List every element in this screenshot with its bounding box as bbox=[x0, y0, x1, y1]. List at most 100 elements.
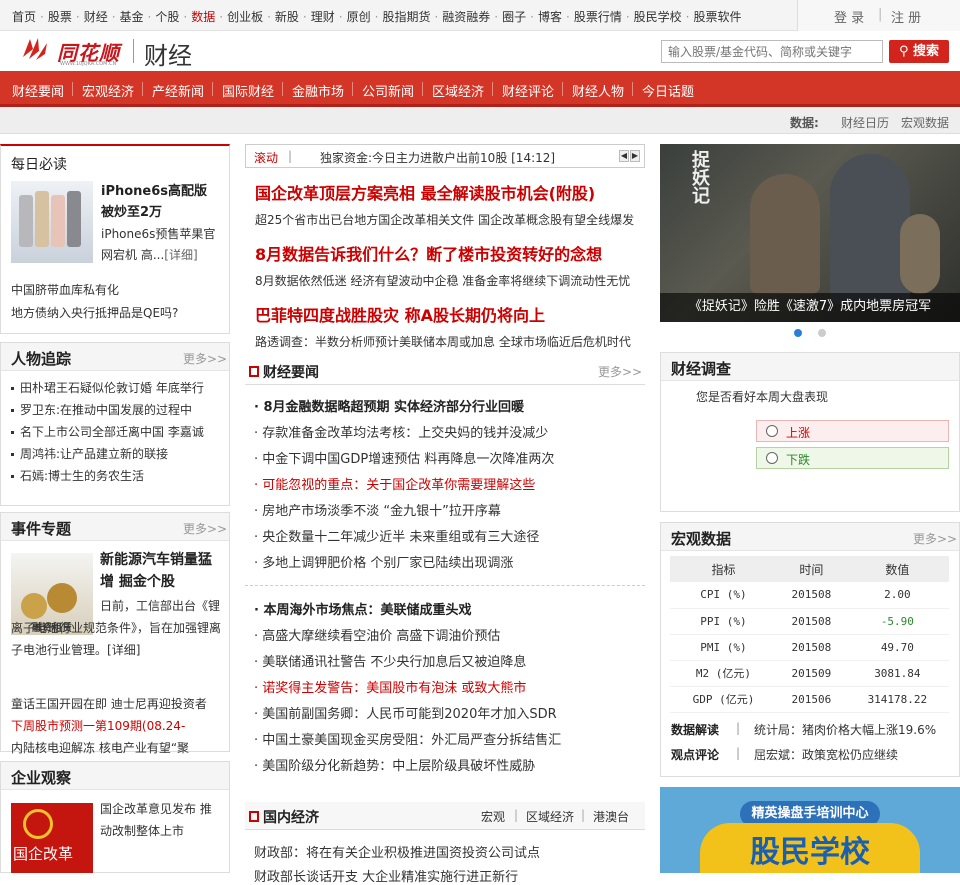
macro-reading-text[interactable]: 统计局：猪肉价格大幅上涨19.6% bbox=[754, 721, 936, 738]
top-nav-link[interactable]: 股票软件 bbox=[694, 10, 742, 24]
headline-sub[interactable]: 超25个省市出已台地方国企改革相关文件 国企改革概念股有望全线爆发 bbox=[255, 211, 634, 228]
daily-feature-title[interactable]: iPhone6s高配版被炒至2万 bbox=[101, 181, 219, 223]
macro-cell-time: 201506 bbox=[776, 686, 846, 713]
news-item[interactable]: · 美国阶级分化新趋势：中上层阶级具破坏性威胁 bbox=[254, 755, 535, 774]
headline-sub[interactable]: 8月数据依然低迷 经济有望波动中企稳 准备金率将继续下调流动性无忧 bbox=[255, 272, 630, 289]
people-item[interactable]: 石嫣:博士生的务农生活 bbox=[11, 467, 144, 484]
daily-feature-desc-text: iPhone6s预售苹果官网宕机 高... bbox=[101, 227, 216, 262]
vote-down-option[interactable]: 下跌 bbox=[756, 447, 949, 469]
channel-tab[interactable]: 财经人物 bbox=[572, 81, 624, 100]
top-nav-link[interactable]: 圈子 bbox=[502, 10, 526, 24]
radio-icon[interactable] bbox=[766, 452, 778, 464]
top-nav-link[interactable]: 融资融券 bbox=[442, 10, 490, 24]
search-input[interactable] bbox=[661, 40, 883, 63]
news-item[interactable]: · 美联储通讯社警告 不少央行加息后又被迫降息 bbox=[254, 651, 526, 670]
top-nav-link[interactable]: 新股 bbox=[275, 10, 299, 24]
radio-icon[interactable] bbox=[766, 425, 778, 437]
news-item[interactable]: · 存款准备金改革均法考核：上交央妈的钱并没减少 bbox=[254, 422, 548, 441]
macro-cell-name: CPI (%) bbox=[670, 582, 777, 609]
people-item[interactable]: 周鸿祎:让产品建立新的联接 bbox=[11, 445, 168, 462]
headline-sub[interactable]: 路透调查：半数分析师预计美联储本周或加息 全球市场临近后危机时代 bbox=[255, 333, 631, 350]
news-item[interactable]: · 美国前副国务卿：人民币可能到2020年才加入SDR bbox=[254, 703, 557, 722]
ticker-prev-icon[interactable]: ◀ bbox=[619, 150, 629, 162]
channel-tab[interactable]: 国际财经 bbox=[222, 81, 274, 100]
cjyw-more-link[interactable]: 更多>> bbox=[598, 363, 642, 380]
top-nav-link[interactable]: 原创 bbox=[347, 10, 371, 24]
carousel-dot-active[interactable] bbox=[794, 329, 802, 337]
headline[interactable]: 巴菲特四度战胜股灾 称A股长期仍将向上 bbox=[255, 302, 545, 326]
channel-tab[interactable]: 产经新闻 bbox=[152, 81, 204, 100]
news-item[interactable]: · 8月金融数据略超预期 实体经济部分行业回暖 bbox=[254, 396, 524, 415]
news-item[interactable]: · 中国土豪美国现金买房受阻：外汇局严查分拆结售汇 bbox=[254, 729, 561, 748]
gnjj-tab-region[interactable]: 区域经济 bbox=[526, 808, 574, 825]
channel-tab[interactable]: 财经评论 bbox=[502, 81, 554, 100]
top-nav-link[interactable]: 理财 bbox=[311, 10, 335, 24]
news-item[interactable]: · 央企数量十二年减少近半 未来重组或有三大途径 bbox=[254, 526, 539, 545]
macro-cell-value: 49.70 bbox=[845, 634, 949, 661]
channel-tab[interactable]: 财经要闻 bbox=[12, 81, 64, 100]
news-item[interactable]: · 中金下调中国GDP增速预估 料再降息一次降准两次 bbox=[254, 448, 554, 467]
news-item[interactable]: · 房地产市场淡季不淡 “金九银十”拉开序幕 bbox=[254, 500, 501, 519]
events-item[interactable]: 童话王国开园在即 迪士尼再迎投资者 bbox=[11, 695, 207, 712]
daily-feature-desc: iPhone6s预售苹果官网宕机 高...[详细] bbox=[101, 224, 221, 266]
headline[interactable]: 国企改革顶层方案亮相 最全解读股市机会(附股) bbox=[255, 180, 595, 204]
news-item[interactable]: · 可能忽视的重点：关于国企改革你需要理解这些 bbox=[254, 474, 535, 493]
top-nav-link[interactable]: 股指期货 bbox=[382, 10, 430, 24]
channel-tab[interactable]: 金融市场 bbox=[292, 81, 344, 100]
events-detail-link[interactable]: [详细] bbox=[107, 643, 140, 657]
top-nav-link[interactable]: 首页 bbox=[12, 10, 36, 24]
news-item[interactable]: · 高盛大摩继续看空油价 高盛下调油价预估 bbox=[254, 625, 500, 644]
gnjj-tab-macro[interactable]: 宏观 bbox=[481, 808, 505, 825]
people-item[interactable]: 罗卫东:在推动中国发展的过程中 bbox=[11, 401, 192, 418]
gnjj-item[interactable]: 财政部长谈话开支 大企业精准实施行进正新行 bbox=[254, 866, 518, 885]
top-nav-link[interactable]: 创业板 bbox=[227, 10, 263, 24]
people-more-link[interactable]: 更多>> bbox=[183, 350, 227, 367]
events-feature-title[interactable]: 新能源汽车销量猛增 掘金个股 bbox=[100, 549, 220, 593]
enterprise-feature-desc[interactable]: 国企改革意见发布 推动改制整体上市 bbox=[100, 798, 222, 842]
top-nav-link[interactable]: 数据 bbox=[191, 10, 215, 24]
iphone-image[interactable] bbox=[11, 181, 93, 263]
macro-more-link[interactable]: 更多>> bbox=[913, 530, 957, 547]
gnjj-tab-hkmotw[interactable]: 港澳台 bbox=[593, 808, 629, 825]
people-item[interactable]: 田朴珺王石疑似伦敦订婚 年底举行 bbox=[11, 379, 204, 396]
vote-up-option[interactable]: 上涨 bbox=[756, 420, 949, 442]
news-item[interactable]: · 本周海外市场焦点：美联储成重头戏 bbox=[254, 599, 471, 618]
channel-tab[interactable]: 区域经济 bbox=[432, 81, 484, 100]
top-nav-link[interactable]: 股票行情 bbox=[574, 10, 622, 24]
people-item[interactable]: 名下上市公司全部迁离中国 李嘉诚 bbox=[11, 423, 204, 440]
news-item[interactable]: · 多地上调钾肥价格 个别厂家已陆续出现调涨 bbox=[254, 552, 513, 571]
login-link[interactable]: 登 录 bbox=[834, 7, 864, 26]
channel-tab[interactable]: 今日话题 bbox=[642, 81, 694, 100]
carousel-dot[interactable] bbox=[818, 329, 826, 337]
news-item[interactable]: · 诺奖得主发警告：美国股市有泡沫 或致大熊市 bbox=[254, 677, 526, 696]
search-button[interactable]: ⚲ 搜索 bbox=[889, 40, 949, 63]
section-title[interactable]: 财经 bbox=[144, 36, 192, 71]
daily-detail-link[interactable]: [详细] bbox=[164, 248, 197, 262]
movie-banner-caption[interactable]: 《捉妖记》险胜《速激7》成内地票房冠军 bbox=[660, 293, 960, 322]
gnjj-item[interactable]: 财政部：将在有关企业积极推进国资投资公司试点 bbox=[254, 842, 540, 861]
events-item[interactable]: 内陆核电迎解冻 核电产业有望“聚 bbox=[11, 739, 189, 756]
register-link[interactable]: 注 册 bbox=[891, 7, 921, 26]
top-nav-link[interactable]: 博客 bbox=[538, 10, 562, 24]
top-nav-link[interactable]: 财经 bbox=[84, 10, 108, 24]
data-link-calendar[interactable]: 财经日历 bbox=[841, 114, 889, 131]
school-banner[interactable]: 精英操盘手培训中心 股民学校 bbox=[660, 787, 960, 873]
events-more-link[interactable]: 更多>> bbox=[183, 520, 227, 537]
data-link-macro[interactable]: 宏观数据 bbox=[901, 114, 949, 131]
ticker-text[interactable]: 独家资金:今日主力进散户出前10股 [14:12] bbox=[320, 149, 555, 166]
events-item[interactable]: 下周股市预测一第109期(08.24- bbox=[11, 717, 185, 734]
top-nav-link[interactable]: 股民学校 bbox=[634, 10, 682, 24]
daily-item[interactable]: 地方债纳入央行抵押品是QE吗? bbox=[11, 304, 178, 321]
ticker-next-icon[interactable]: ▶ bbox=[630, 150, 640, 162]
channel-tab[interactable]: 公司新闻 bbox=[362, 81, 414, 100]
ths-logo-icon[interactable] bbox=[20, 35, 50, 63]
top-nav-link[interactable]: 基金 bbox=[120, 10, 144, 24]
cjyw-title: 财经要闻 bbox=[263, 365, 319, 381]
headline[interactable]: 8月数据告诉我们什么？断了楼市投资转好的念想 bbox=[255, 241, 602, 265]
daily-item[interactable]: 中国脐带血库私有化 bbox=[11, 281, 119, 298]
macro-view-text[interactable]: 屈宏斌：政策宽松仍应继续 bbox=[754, 746, 898, 763]
top-nav-link[interactable]: 股票 bbox=[48, 10, 72, 24]
enterprise-image[interactable]: 国企改革 bbox=[11, 803, 93, 873]
channel-tab[interactable]: 宏观经济 bbox=[82, 81, 134, 100]
top-nav-link[interactable]: 个股 bbox=[155, 10, 179, 24]
